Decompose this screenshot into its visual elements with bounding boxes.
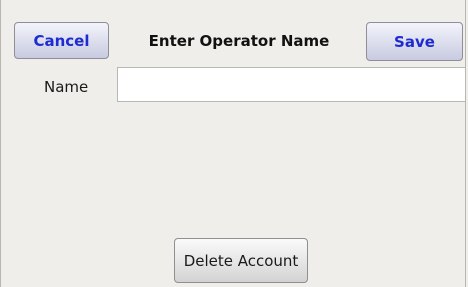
name-label: Name — [44, 78, 89, 96]
dialog-header: Cancel Enter Operator Name Save — [1, 0, 465, 62]
dialog-title: Enter Operator Name — [148, 31, 330, 50]
name-input[interactable] — [117, 67, 466, 102]
cancel-button[interactable]: Cancel — [14, 22, 109, 59]
save-button[interactable]: Save — [366, 22, 463, 61]
delete-account-button[interactable]: Delete Account — [174, 238, 308, 283]
operator-name-dialog: Cancel Enter Operator Name Save Name Del… — [0, 0, 466, 287]
